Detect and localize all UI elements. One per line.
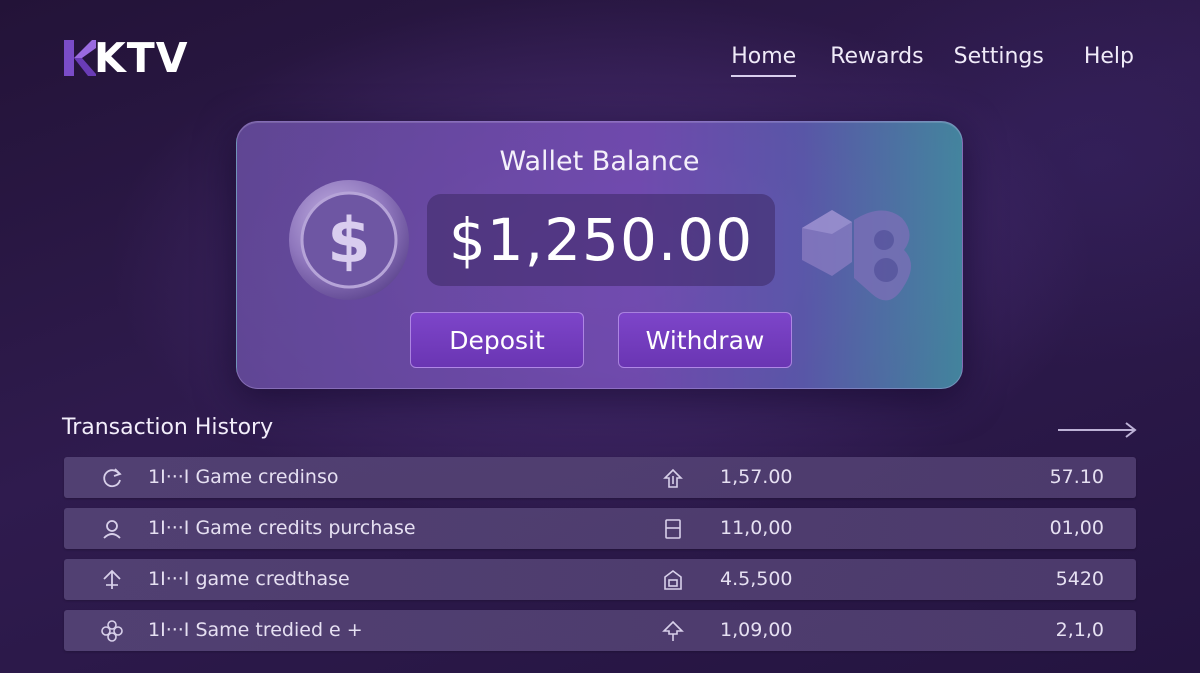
brand-mark-icon: [64, 40, 96, 76]
upload-icon: [663, 468, 683, 488]
balance-display: $1,250.00: [427, 194, 775, 286]
wallet-title: Wallet Balance: [499, 146, 700, 177]
nav-settings[interactable]: Settings: [954, 44, 1044, 77]
nav-home[interactable]: Home: [731, 44, 797, 77]
arrow-up-outline-icon: [662, 620, 684, 641]
transaction-balance: 01,00: [1049, 517, 1104, 539]
arrow-right-icon[interactable]: [1056, 421, 1138, 439]
nav-rewards[interactable]: Rewards: [830, 44, 923, 77]
transaction-description: 1I···I Game credinso: [148, 466, 339, 488]
nav-help[interactable]: Help: [1084, 44, 1134, 77]
arrow-up-icon: [103, 569, 121, 589]
transaction-description: 1I···I Same tredied e +: [148, 619, 363, 641]
user-icon: [103, 520, 121, 539]
transaction-row[interactable]: 1I···I game credthase 4.5,500 5420: [64, 559, 1136, 600]
transaction-row[interactable]: 1I···I Game credinso 1,57.00 57.10: [64, 457, 1136, 498]
transaction-history-title: Transaction History: [62, 415, 274, 440]
transaction-row[interactable]: 1I···I Game credits purchase 11,0,00 01,…: [64, 508, 1136, 549]
withdraw-button[interactable]: Withdraw: [618, 312, 792, 368]
wallet-card: Wallet Balance $ $1,250.00 Deposit Withd…: [236, 121, 963, 389]
transaction-description: 1I···I game credthase: [148, 568, 350, 590]
flower-icon: [101, 620, 123, 642]
document-icon: [665, 519, 681, 539]
transaction-amount: 4.5,500: [720, 568, 793, 590]
transaction-amount: 11,0,00: [720, 517, 793, 539]
transaction-balance: 5420: [1055, 568, 1104, 590]
transaction-list: 1I···I Game credinso 1,57.00 57.10 1I···…: [64, 457, 1136, 661]
transaction-amount: 1,57.00: [720, 466, 793, 488]
crypto-token-icon: [802, 210, 911, 301]
transaction-row[interactable]: 1I···I Same tredied e + 1,09,00 2,1,0: [64, 610, 1136, 651]
transaction-balance: 2,1,0: [1055, 619, 1104, 641]
transaction-description: 1I···I Game credits purchase: [148, 517, 416, 539]
brand-logo[interactable]: KTV: [62, 36, 188, 80]
deposit-button[interactable]: Deposit: [410, 312, 584, 368]
lock-icon: [664, 570, 682, 590]
svg-text:$: $: [327, 204, 370, 277]
refresh-icon: [103, 468, 122, 488]
brand-name: KTV: [94, 34, 189, 82]
top-nav: Home Rewards Settings Help: [731, 44, 1134, 77]
transaction-amount: 1,09,00: [720, 619, 793, 641]
dollar-coin-icon: $: [289, 180, 409, 300]
transaction-balance: 57.10: [1049, 466, 1104, 488]
balance-amount: $1,250.00: [448, 206, 754, 274]
